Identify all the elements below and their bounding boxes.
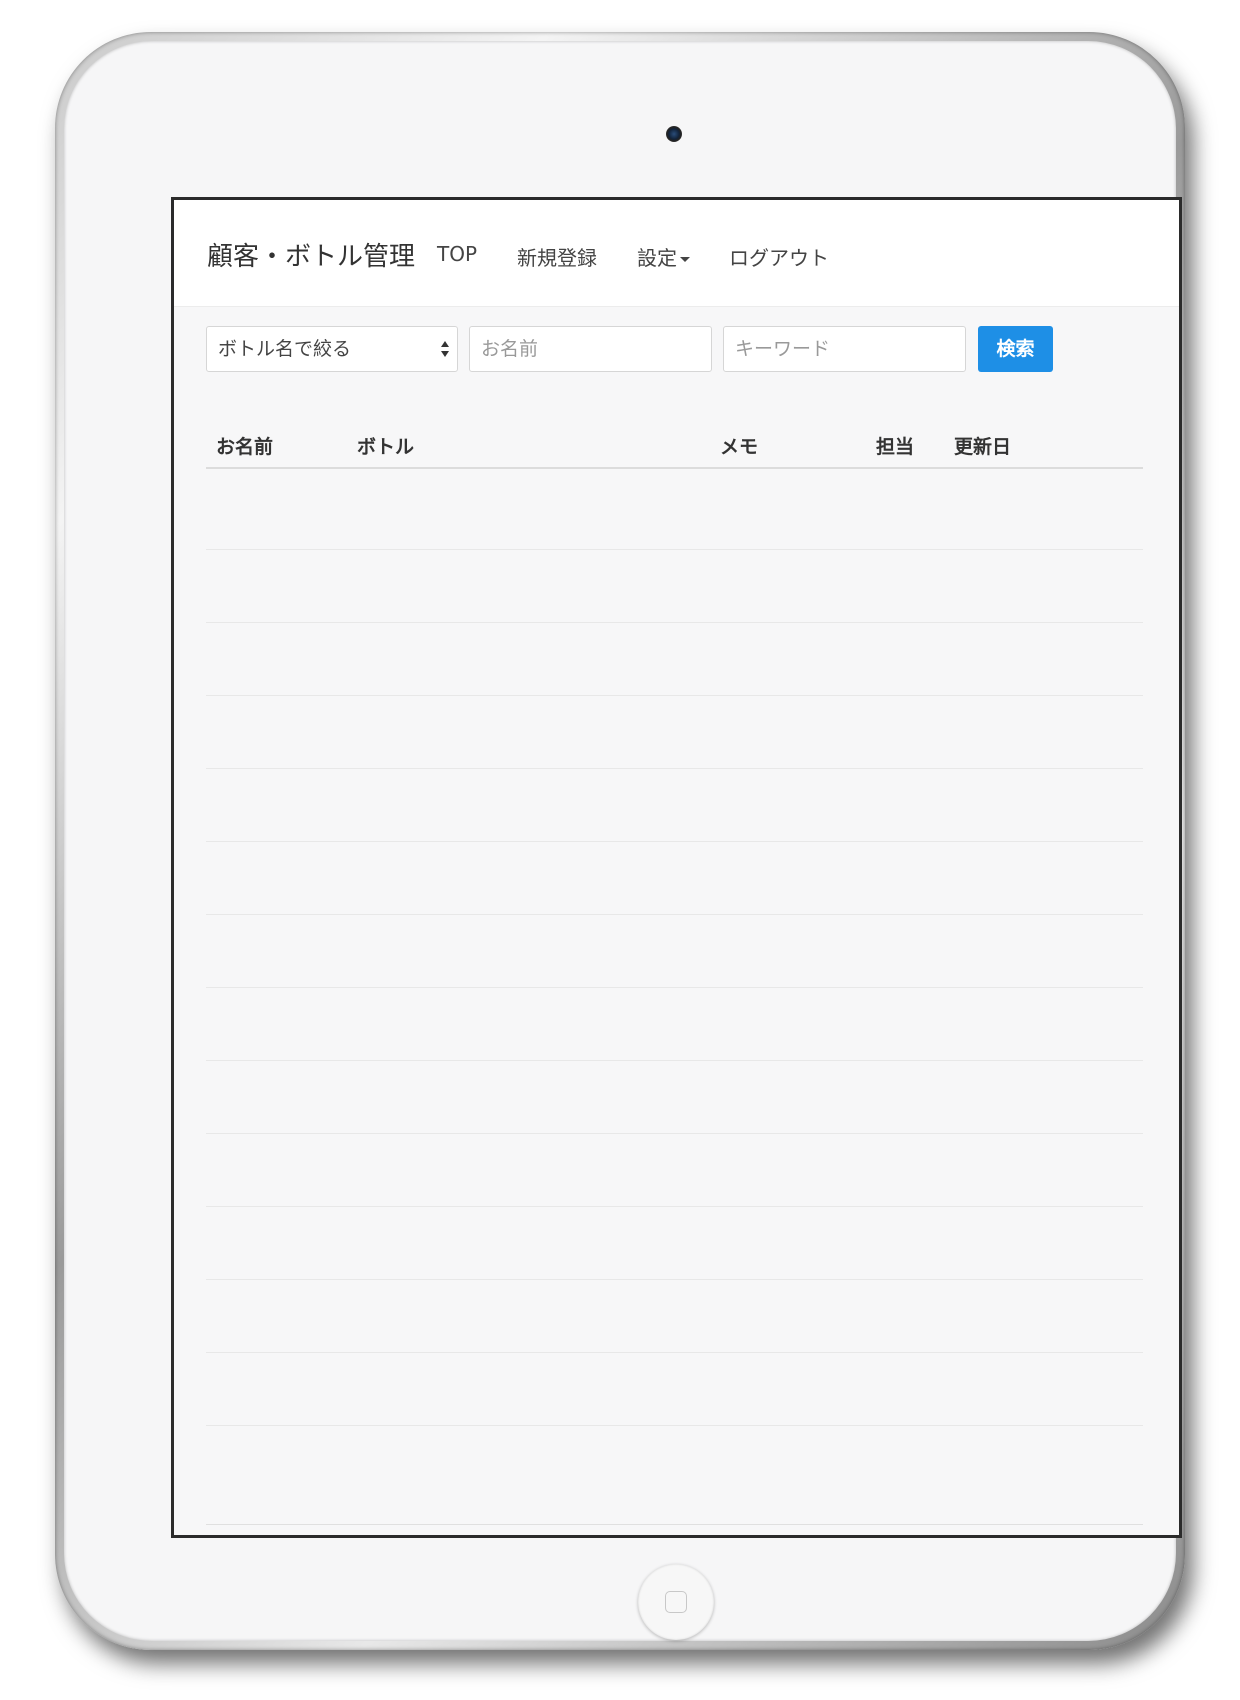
table-row[interactable] bbox=[206, 762, 1143, 842]
column-header-bottle: ボトル bbox=[357, 436, 415, 458]
table-header-divider bbox=[206, 467, 1143, 469]
table-row[interactable] bbox=[206, 1200, 1143, 1280]
column-header-name: お名前 bbox=[216, 436, 274, 458]
table-row[interactable] bbox=[206, 1346, 1143, 1426]
table-row[interactable] bbox=[206, 1054, 1143, 1134]
home-button-icon[interactable] bbox=[638, 1564, 714, 1640]
table-row[interactable] bbox=[206, 689, 1143, 769]
table-row[interactable] bbox=[206, 1127, 1143, 1207]
app-screen: 顧客・ボトル管理 TOP 新規登録 設定 ログアウト ボトル名で絞る お名前 キ… bbox=[171, 197, 1182, 1538]
camera-icon bbox=[666, 126, 682, 142]
nav-settings-label: 設定 bbox=[637, 246, 677, 270]
tablet-device: 顧客・ボトル管理 TOP 新規登録 設定 ログアウト ボトル名で絞る お名前 キ… bbox=[55, 32, 1185, 1650]
table-row[interactable] bbox=[206, 616, 1143, 696]
keyword-search-input[interactable]: キーワード bbox=[723, 326, 966, 372]
table-row[interactable] bbox=[206, 981, 1143, 1061]
nav-top-link[interactable]: TOP bbox=[437, 242, 477, 266]
table-row[interactable] bbox=[206, 1273, 1143, 1353]
caret-down-icon bbox=[680, 257, 690, 262]
brand-title[interactable]: 顧客・ボトル管理 bbox=[207, 236, 415, 273]
nav-logout-link[interactable]: ログアウト bbox=[729, 242, 829, 271]
column-header-staff: 担当 bbox=[876, 436, 915, 458]
keyword-search-placeholder: キーワード bbox=[735, 338, 831, 360]
bottle-filter-select[interactable]: ボトル名で絞る bbox=[206, 326, 458, 372]
column-header-updated: 更新日 bbox=[954, 436, 1012, 458]
nav-settings-dropdown[interactable]: 設定 bbox=[637, 242, 690, 271]
table-row[interactable] bbox=[206, 835, 1143, 915]
name-search-placeholder: お名前 bbox=[481, 338, 539, 360]
bottle-filter-value: ボトル名で絞る bbox=[218, 338, 352, 360]
table-bottom-divider bbox=[206, 1524, 1143, 1525]
table-row[interactable] bbox=[206, 543, 1143, 623]
column-header-memo: メモ bbox=[720, 436, 759, 458]
table-row[interactable] bbox=[206, 908, 1143, 988]
nav-register-link[interactable]: 新規登録 bbox=[517, 242, 597, 271]
navbar: 顧客・ボトル管理 TOP 新規登録 設定 ログアウト bbox=[174, 200, 1179, 307]
select-arrows-icon bbox=[441, 339, 449, 359]
name-search-input[interactable]: お名前 bbox=[469, 326, 712, 372]
search-button[interactable]: 検索 bbox=[978, 326, 1053, 372]
home-square-icon bbox=[665, 1591, 687, 1613]
table-row[interactable] bbox=[206, 470, 1143, 550]
